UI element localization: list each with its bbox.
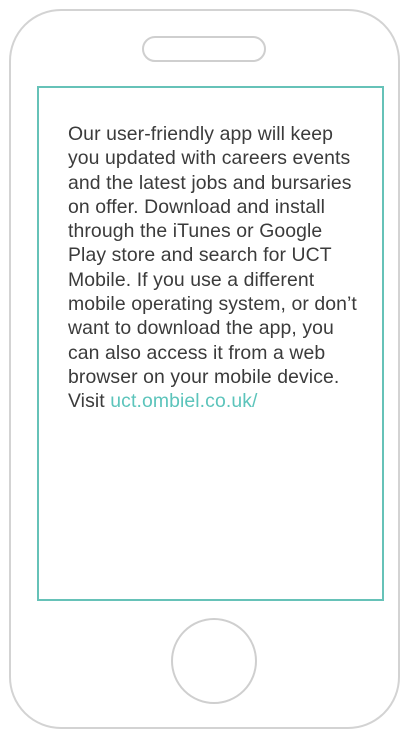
phone-screen: Our user-friendly app will keep you upda…	[37, 86, 384, 601]
home-button[interactable]	[171, 618, 257, 704]
screen-body-text: Our user-friendly app will keep you upda…	[68, 122, 363, 414]
body-text: Our user-friendly app will keep you upda…	[68, 123, 357, 413]
ombiel-link[interactable]: uct.ombiel.co.uk/	[110, 390, 257, 412]
phone-speaker	[142, 36, 266, 62]
